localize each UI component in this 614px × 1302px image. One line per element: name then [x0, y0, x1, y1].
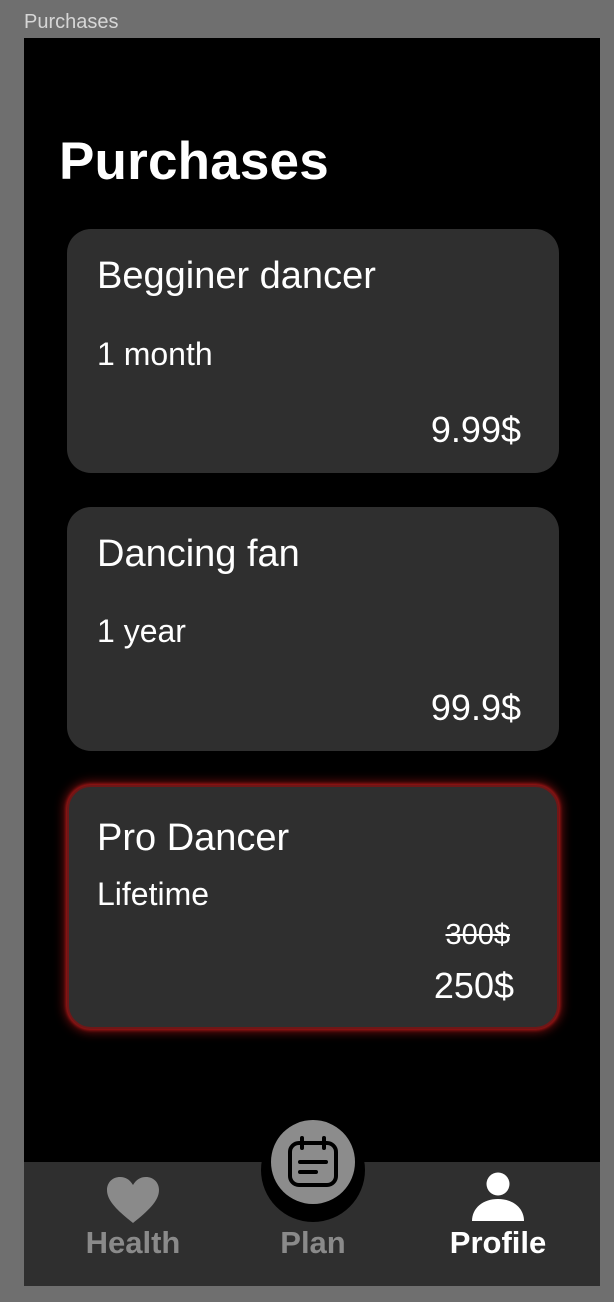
plan-card-begginer-dancer[interactable]: Begginer dancer 1 month 9.99$ [67, 229, 559, 473]
nav-item-health[interactable]: Health [71, 1162, 195, 1286]
plan-name: Pro Dancer [97, 817, 290, 859]
nav-item-profile[interactable]: Profile [436, 1162, 560, 1286]
plan-button[interactable] [271, 1120, 355, 1204]
plan-name: Begginer dancer [97, 255, 376, 297]
plan-term: 1 month [97, 336, 213, 372]
heart-icon [107, 1177, 159, 1223]
plan-card-pro-dancer[interactable]: Pro Dancer Lifetime 300$ 250$ [67, 785, 559, 1029]
nav-label-profile: Profile [449, 1225, 547, 1260]
plan-term: 1 year [97, 613, 186, 649]
plan-card-dancing-fan[interactable]: Dancing fan 1 year 99.9$ [67, 507, 559, 751]
app-screen: Purchases Begginer dancer 1 month 9.99$ … [24, 38, 600, 1286]
calendar-icon [288, 1136, 338, 1187]
plan-old-price: 300$ [445, 919, 510, 951]
page-title: Purchases [59, 132, 329, 191]
frame-label: Purchases [24, 11, 119, 33]
plan-name: Dancing fan [97, 533, 300, 575]
nav-label-health: Health [85, 1225, 181, 1260]
plan-price: 9.99$ [430, 409, 521, 450]
plan-term: Lifetime [97, 876, 210, 912]
plan-price: 99.9$ [430, 687, 521, 728]
person-icon [472, 1172, 524, 1221]
plan-price: 250$ [433, 965, 514, 1006]
nav-label-plan: Plan [280, 1225, 346, 1260]
